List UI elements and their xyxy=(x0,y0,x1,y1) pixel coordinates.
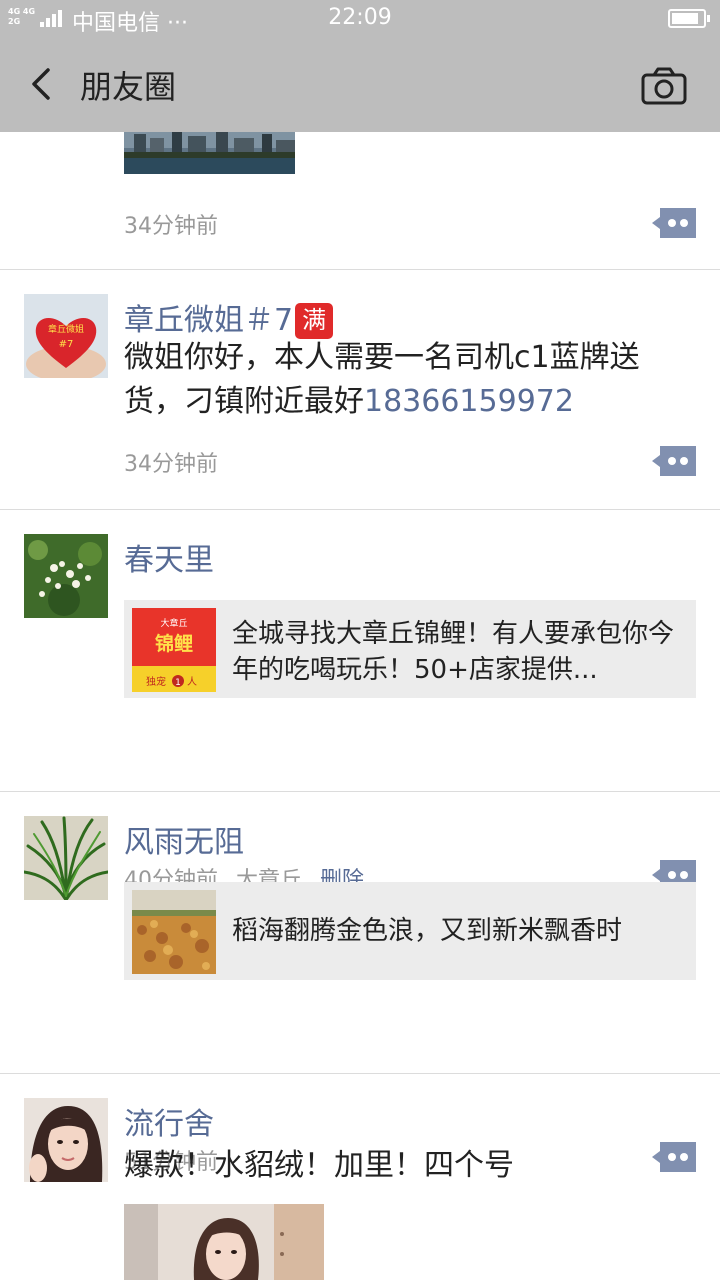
avatar[interactable] xyxy=(24,816,108,900)
link-card[interactable]: 大章丘 锦鲤 独宠 1 人 全城寻找大章丘锦鲤！有人要承包你今年的吃喝玩乐！50… xyxy=(124,600,696,698)
author-name[interactable]: 风雨无阻 xyxy=(124,817,244,861)
thumb-caption: 1 xyxy=(175,678,181,688)
nav-bar: 朋友圈 xyxy=(0,36,720,132)
post-meta: 34分钟前 xyxy=(124,208,236,240)
link-thumbnail xyxy=(132,890,216,974)
post-image[interactable] xyxy=(124,132,295,174)
moment-post: 风雨无阻 稻海翻腾金色浪，又到新米飘香时 51分钟前 xyxy=(0,792,720,1175)
moment-post: 流行舍 爆款！水貂绒！加里！四个号 xyxy=(0,1074,720,1280)
post-text: 爆款！水貂绒！加里！四个号 xyxy=(124,1148,514,1183)
avatar-caption: #7 xyxy=(59,339,74,350)
avatar[interactable] xyxy=(24,534,108,618)
post-time: 34分钟前 xyxy=(124,214,218,239)
page-title: 朋友圈 xyxy=(80,68,177,106)
post-image[interactable] xyxy=(124,1204,324,1280)
post-author[interactable]: 章丘微姐＃7 满 xyxy=(124,295,334,339)
avatar[interactable] xyxy=(24,1098,108,1182)
link-thumbnail: 大章丘 锦鲤 独宠 1 人 xyxy=(132,608,216,692)
moment-post: 春天里 大章丘 锦鲤 独宠 1 人 全城寻找大章丘锦鲤！有人要承包你今年的吃喝玩… xyxy=(0,510,720,893)
link-title: 全城寻找大章丘锦鲤！有人要承包你今年的吃喝玩乐！50+店家提供... xyxy=(232,619,675,685)
author-name[interactable]: 章丘微姐＃7 xyxy=(124,303,293,338)
author-name[interactable]: 春天里 xyxy=(124,535,214,579)
post-time: 34分钟前 xyxy=(124,452,218,477)
camera-icon[interactable] xyxy=(640,66,688,106)
link-title: 稻海翻腾金色浪，又到新米飘香时 xyxy=(232,916,623,946)
status-bar: 4G 4G 2G 中国电信 ··· 22:09 xyxy=(0,0,720,36)
clock: 22:09 xyxy=(328,5,392,30)
thumb-caption: 独宠 xyxy=(146,675,166,688)
thumb-caption: 锦鲤 xyxy=(155,632,193,655)
avatar-caption: 章丘微姐 xyxy=(48,323,84,335)
post-text: 微姐你好，本人需要一名司机c1蓝牌送货，刁镇附近最好18366159972 xyxy=(124,336,690,424)
full-badge: 满 xyxy=(295,303,334,339)
thumb-caption: 大章丘 xyxy=(160,617,187,629)
comment-button-icon[interactable] xyxy=(652,446,696,476)
avatar[interactable]: 章丘微姐 #7 xyxy=(24,294,108,378)
author-name[interactable]: 流行舍 xyxy=(124,1099,214,1143)
battery-icon xyxy=(668,9,710,28)
moments-feed[interactable]: 34分钟前 章丘微姐 #7 章丘微姐＃7 满 微姐你好，本人需要一名司机c1蓝牌送… xyxy=(0,132,720,1280)
post-meta: 34分钟前 xyxy=(124,446,236,478)
chevron-left-icon[interactable] xyxy=(26,64,62,104)
phone-link[interactable]: 18366159972 xyxy=(364,384,574,419)
thumb-caption: 人 xyxy=(187,676,197,688)
link-card[interactable]: 稻海翻腾金色浪，又到新米飘香时 xyxy=(124,882,696,980)
moment-post: 34分钟前 xyxy=(0,132,720,270)
comment-button-icon[interactable] xyxy=(652,208,696,238)
moment-post: 章丘微姐 #7 章丘微姐＃7 满 微姐你好，本人需要一名司机c1蓝牌送货，刁镇附近… xyxy=(0,270,720,510)
